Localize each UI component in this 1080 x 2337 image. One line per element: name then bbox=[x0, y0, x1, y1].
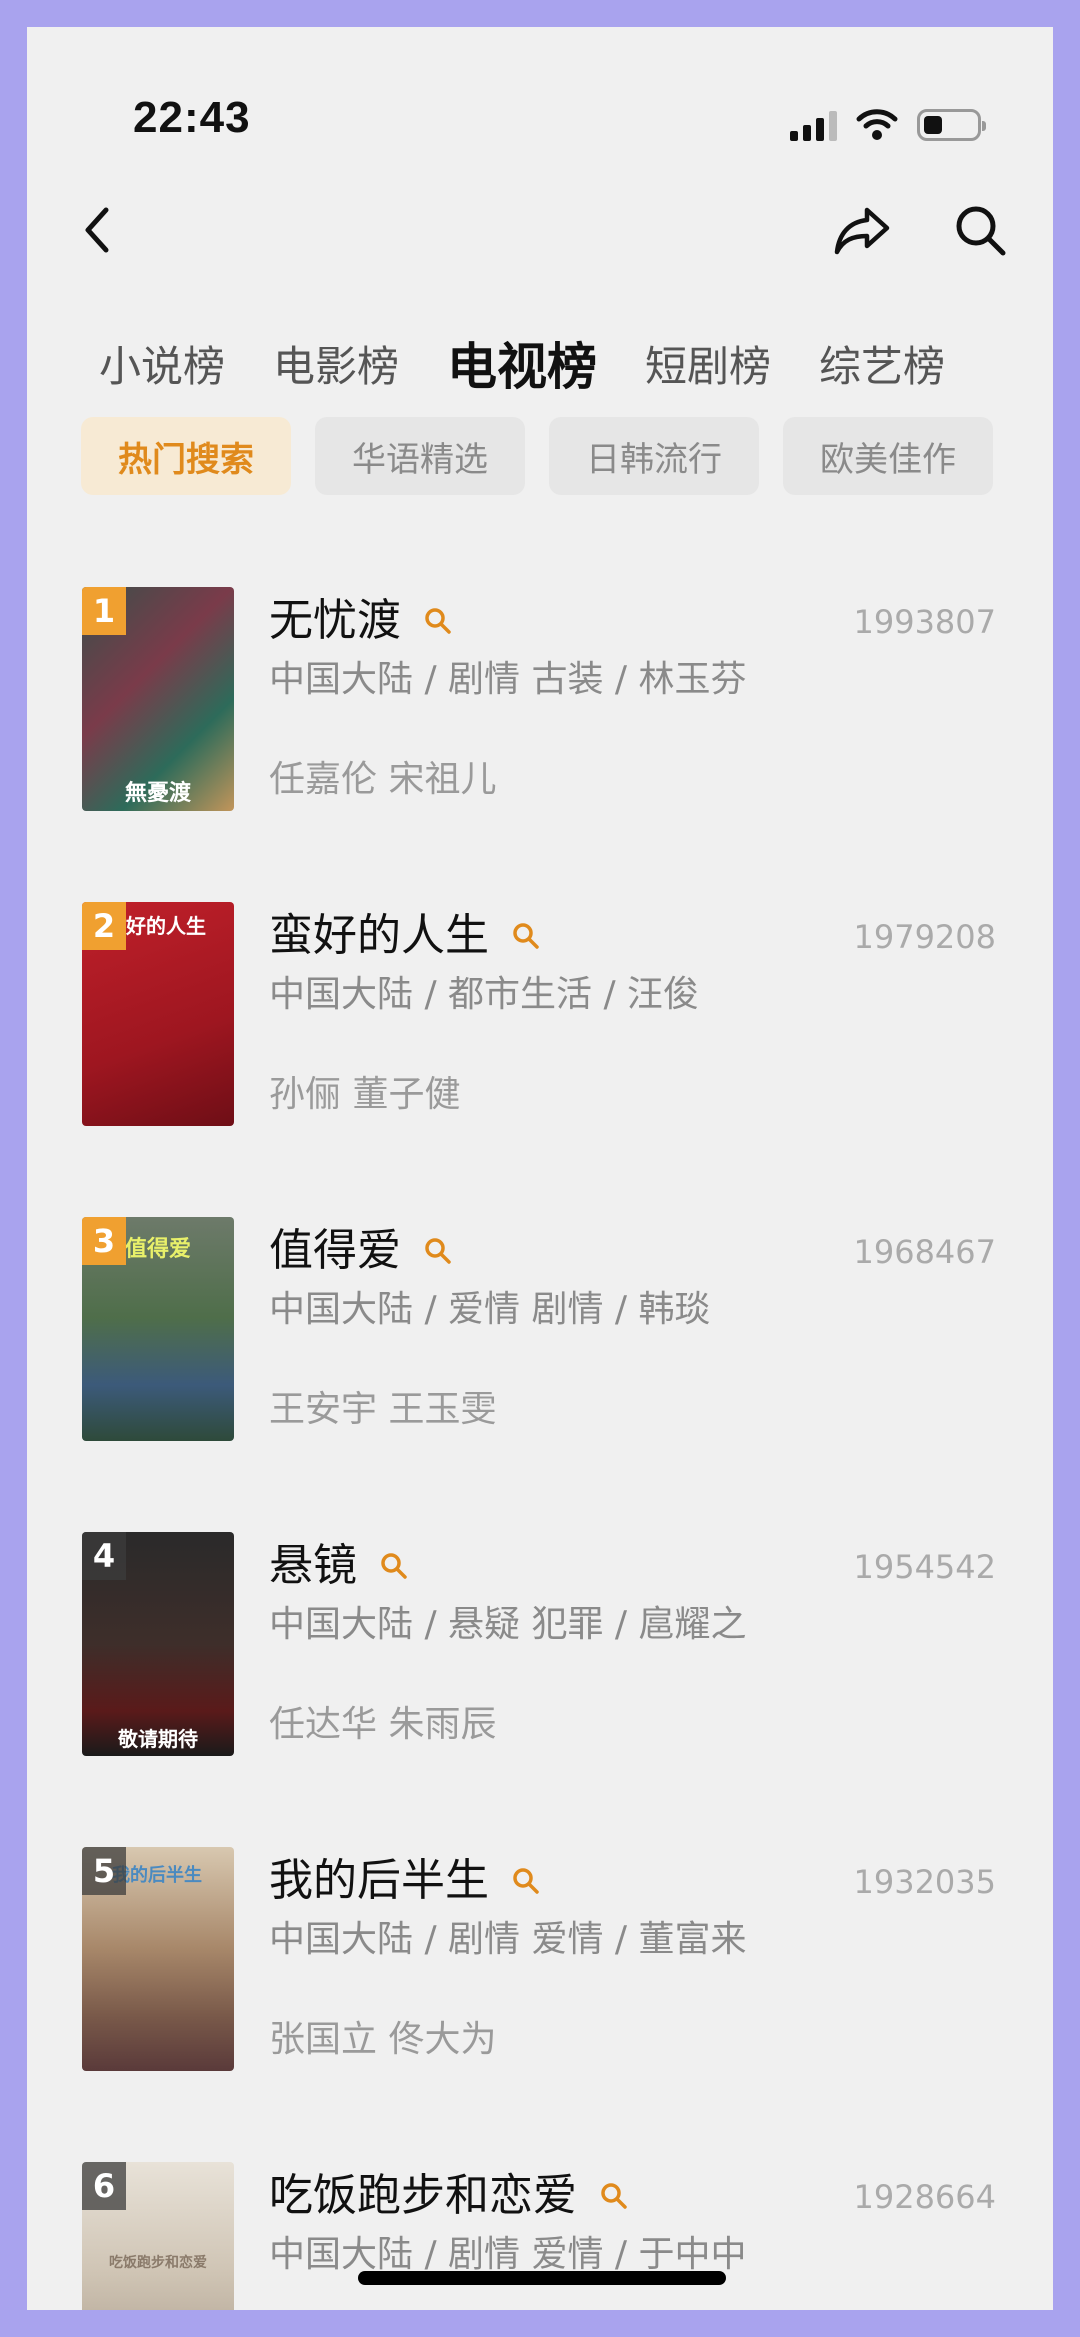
search-icon[interactable] bbox=[423, 606, 453, 636]
ranking-list: 1 無憂渡 无忧渡 1993807 中国大陆 / 剧情 古装 / 林玉芬 任嘉伦… bbox=[27, 561, 1053, 2310]
chip-western[interactable]: 欧美佳作 bbox=[783, 417, 993, 495]
poster-image[interactable]: 2 蛮好的人生 bbox=[82, 902, 234, 1126]
item-cast: 任嘉伦 宋祖儿 bbox=[269, 759, 497, 800]
item-meta: 中国大陆 / 剧情 爱情 / 董富来 bbox=[269, 1919, 747, 1960]
wifi-icon bbox=[856, 109, 898, 140]
item-meta: 中国大陆 / 都市生活 / 汪俊 bbox=[269, 974, 700, 1015]
poster-image[interactable]: 5 我的后半生 bbox=[82, 1847, 234, 2071]
status-icons bbox=[790, 101, 986, 141]
tab-movie[interactable]: 电影榜 bbox=[273, 337, 399, 397]
item-title[interactable]: 吃饭跑步和恋爱 bbox=[269, 2166, 577, 2226]
search-icon[interactable] bbox=[423, 1236, 453, 1266]
list-item[interactable]: 1 無憂渡 无忧渡 1993807 中国大陆 / 剧情 古装 / 林玉芬 任嘉伦… bbox=[27, 561, 1053, 876]
category-tabs: 小说榜 电影榜 电视榜 短剧榜 综艺榜 bbox=[99, 337, 945, 397]
poster-title: 吃饭跑步和恋爱 bbox=[109, 2255, 207, 2271]
search-icon[interactable] bbox=[599, 2181, 629, 2211]
item-cast: 任达华 朱雨辰 bbox=[269, 1704, 497, 1745]
rank-badge: 1 bbox=[82, 587, 126, 635]
chip-hot-search[interactable]: 热门搜索 bbox=[81, 417, 291, 495]
poster-title: 無憂渡 bbox=[124, 781, 191, 806]
rank-badge: 3 bbox=[82, 1217, 126, 1265]
list-item[interactable]: 2 蛮好的人生 蛮好的人生 1979208 中国大陆 / 都市生活 / 汪俊 孙… bbox=[27, 876, 1053, 1191]
item-cast: 王安宇 王玉雯 bbox=[269, 1389, 497, 1430]
home-indicator[interactable] bbox=[358, 2271, 726, 2285]
search-icon[interactable] bbox=[511, 1866, 541, 1896]
search-button[interactable] bbox=[945, 195, 1015, 265]
chip-chinese[interactable]: 华语精选 bbox=[315, 417, 525, 495]
list-item[interactable]: 5 我的后半生 我的后半生 1932035 中国大陆 / 剧情 爱情 / 董富来… bbox=[27, 1821, 1053, 2136]
search-count: 1954542 bbox=[853, 1548, 996, 1586]
rank-badge: 6 bbox=[82, 2162, 126, 2210]
share-button[interactable] bbox=[827, 195, 897, 265]
back-button[interactable] bbox=[67, 195, 127, 265]
tab-short-drama[interactable]: 短剧榜 bbox=[645, 337, 771, 397]
search-icon bbox=[956, 206, 1006, 256]
screen: 22:43 小说榜 电影榜 电视榜 短剧榜 综艺榜 热门搜索 华语精选 日韩流行… bbox=[27, 27, 1053, 2310]
rank-badge: 5 bbox=[82, 1847, 126, 1895]
poster-image[interactable]: 1 無憂渡 bbox=[82, 587, 234, 811]
battery-icon bbox=[917, 109, 986, 141]
rank-badge: 4 bbox=[82, 1532, 126, 1580]
rank-badge: 2 bbox=[82, 902, 126, 950]
search-count: 1932035 bbox=[853, 1863, 996, 1901]
item-cast: 张国立 佟大为 bbox=[269, 2019, 497, 2060]
list-item[interactable]: 3 值得爱 值得爱 1968467 中国大陆 / 爱情 剧情 / 韩琰 王安宇 … bbox=[27, 1191, 1053, 1506]
item-title[interactable]: 我的后半生 bbox=[269, 1851, 489, 1911]
search-count: 1979208 bbox=[853, 918, 996, 956]
tab-tv[interactable]: 电视榜 bbox=[447, 337, 597, 397]
search-count: 1968467 bbox=[853, 1233, 996, 1271]
chevron-left-icon bbox=[85, 207, 109, 253]
signal-icon bbox=[790, 109, 837, 141]
item-title[interactable]: 无忧渡 bbox=[269, 591, 401, 651]
search-count: 1928664 bbox=[853, 2178, 996, 2216]
poster-image[interactable]: 6 吃饭跑步和恋爱 bbox=[82, 2162, 234, 2310]
poster-image[interactable]: 4 敬请期待 bbox=[82, 1532, 234, 1756]
search-icon[interactable] bbox=[511, 921, 541, 951]
filter-chips: 热门搜索 华语精选 日韩流行 欧美佳作 bbox=[81, 417, 993, 495]
item-meta: 中国大陆 / 悬疑 犯罪 / 扈耀之 bbox=[269, 1604, 747, 1645]
item-title[interactable]: 值得爱 bbox=[269, 1221, 401, 1281]
item-title[interactable]: 蛮好的人生 bbox=[269, 906, 489, 966]
item-title[interactable]: 悬镜 bbox=[269, 1536, 357, 1596]
status-time: 22:43 bbox=[133, 93, 251, 142]
tab-variety[interactable]: 综艺榜 bbox=[819, 337, 945, 397]
poster-image[interactable]: 3 值得爱 bbox=[82, 1217, 234, 1441]
search-icon[interactable] bbox=[379, 1551, 409, 1581]
tab-novel[interactable]: 小说榜 bbox=[99, 337, 225, 397]
share-icon bbox=[834, 207, 890, 255]
poster-title: 敬请期待 bbox=[118, 1727, 198, 1751]
list-item[interactable]: 4 敬请期待 悬镜 1954542 中国大陆 / 悬疑 犯罪 / 扈耀之 任达华… bbox=[27, 1506, 1053, 1821]
item-meta: 中国大陆 / 爱情 剧情 / 韩琰 bbox=[269, 1289, 711, 1330]
item-cast: 孙俪 董子健 bbox=[269, 1074, 461, 1115]
search-count: 1993807 bbox=[853, 603, 996, 641]
item-meta: 中国大陆 / 剧情 古装 / 林玉芬 bbox=[269, 659, 747, 700]
chip-jp-kr[interactable]: 日韩流行 bbox=[549, 417, 759, 495]
